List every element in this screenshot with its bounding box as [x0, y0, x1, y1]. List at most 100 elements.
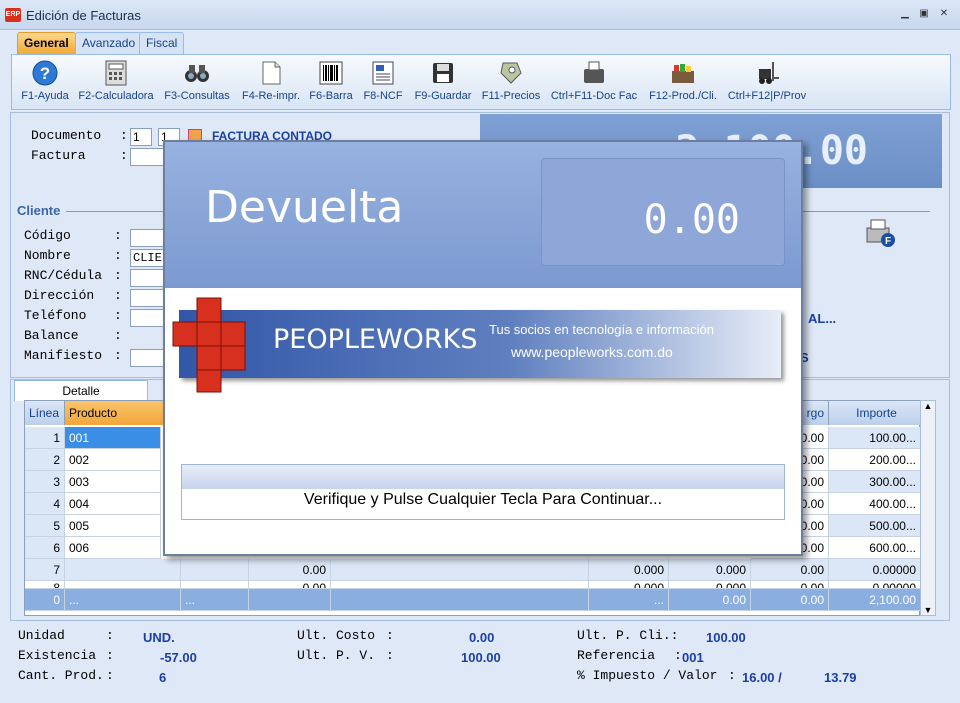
line-number-cell[interactable]: 7	[25, 559, 65, 581]
ref-value: 001	[682, 650, 704, 665]
ncf-icon	[372, 61, 394, 85]
tab-general[interactable]: General	[17, 32, 76, 54]
existencia-value: -57.00	[160, 650, 197, 665]
producto-cell[interactable]: 001	[65, 427, 161, 449]
peopleworks-banner: PEOPLEWORKS Tus socios en tecnología e i…	[172, 297, 781, 393]
manifiesto-label: Manifiesto	[24, 348, 103, 363]
prov-label: Ctrl+F12|P/Prov	[727, 90, 807, 102]
title-bar: ERP Edición de Facturas ▁ ▣ ✕	[0, 0, 960, 30]
doc-fac-icon	[584, 61, 604, 83]
tab-fiscal[interactable]: Fiscal	[139, 32, 185, 54]
cell-value[interactable]: 0.00	[751, 559, 829, 581]
cell-blank[interactable]	[331, 559, 589, 581]
save-button[interactable]: F9-Guardar	[410, 59, 476, 102]
reprint-label: F4-Re-impr.	[241, 90, 301, 102]
producto-cell[interactable]: 005	[65, 515, 161, 537]
consultas-label: F3-Consultas	[164, 90, 230, 102]
prod-cli-button[interactable]: F12-Prod./Cli.	[645, 59, 721, 102]
line-number-cell[interactable]: 2	[25, 449, 65, 471]
costo-label: Ult. Costo	[297, 628, 376, 643]
cell-value[interactable]	[331, 581, 589, 589]
cell-value[interactable]: 0.00	[751, 581, 829, 589]
importe-cell[interactable]: 500.00...	[829, 515, 921, 537]
importe-cell[interactable]: 300.00...	[829, 471, 921, 493]
cell-value[interactable]: 0.000	[589, 559, 669, 581]
minimize-icon[interactable]: ▁	[898, 8, 912, 20]
cell-value[interactable]	[65, 581, 181, 589]
totals-cell[interactable]: 2,100.00	[829, 589, 921, 611]
tab-detalle[interactable]: Detalle	[14, 380, 148, 401]
totals-cell[interactable]: ...	[589, 589, 669, 611]
cell-value[interactable]: 0.00000	[829, 581, 921, 589]
documento-field-1[interactable]: 1	[130, 128, 152, 146]
cell-blank[interactable]	[181, 559, 249, 581]
ncf-button[interactable]: F8-NCF	[361, 59, 405, 102]
producto-cell[interactable]: 002	[65, 449, 161, 471]
existencia-label: Existencia	[18, 648, 97, 663]
line-number-cell[interactable]: 1	[25, 427, 65, 449]
window-title: Edición de Facturas	[26, 8, 141, 23]
tab-avanzado[interactable]: Avanzado	[75, 32, 143, 54]
barcode-icon	[319, 61, 343, 85]
line-number-cell[interactable]: 5	[25, 515, 65, 537]
prices-label: F11-Precios	[481, 90, 541, 102]
totals-cell[interactable]: 0.00	[751, 589, 829, 611]
pcli-value: 100.00	[706, 630, 746, 645]
cell-value[interactable]: 0.00	[249, 559, 331, 581]
cell-value[interactable]: 8	[25, 581, 65, 589]
cell-value[interactable]: 0.000	[669, 581, 751, 589]
pcli-label: Ult. P. Cli.:	[577, 628, 679, 643]
cell-value[interactable]: 0.000	[669, 559, 751, 581]
printer-icon[interactable]: F	[864, 218, 898, 250]
grid-scrollbar[interactable]: ▲ ▼	[920, 400, 936, 616]
devuelta-dialog: Devuelta 0.00 PEOPLEWORKS Tus socios en …	[163, 140, 803, 556]
calculator-button[interactable]: F2-Calculadora	[75, 59, 157, 102]
forklift-icon	[759, 62, 779, 84]
scroll-up-icon[interactable]: ▲	[921, 401, 935, 411]
scroll-down-icon[interactable]: ▼	[921, 605, 935, 615]
prov-button[interactable]: Ctrl+F12|P/Prov	[724, 59, 810, 102]
prices-button[interactable]: F11-Precios	[479, 59, 543, 102]
nombre-label: Nombre	[24, 248, 71, 263]
producto-cell[interactable]: 003	[65, 471, 161, 493]
importe-cell[interactable]: 200.00...	[829, 449, 921, 471]
importe-cell[interactable]: 100.00...	[829, 427, 921, 449]
reprint-button[interactable]: F4-Re-impr.	[239, 59, 303, 102]
totals-cell[interactable]: ...	[181, 589, 249, 611]
cell-value[interactable]	[181, 581, 249, 589]
cell-value[interactable]: 0.00	[249, 581, 331, 589]
col-linea[interactable]: Línea	[25, 401, 65, 425]
barcode-button[interactable]: F6-Barra	[307, 59, 355, 102]
calculator-icon	[105, 60, 127, 86]
totals-cell[interactable]	[249, 589, 331, 611]
producto-cell[interactable]	[65, 559, 181, 581]
totals-cell[interactable]: 0	[25, 589, 65, 611]
producto-cell[interactable]: 006	[65, 537, 161, 559]
products-icon	[672, 64, 694, 83]
rnc-label: RNC/Cédula	[24, 268, 103, 283]
side-text-1: AL...	[808, 311, 837, 326]
pv-label: Ult. P. V.	[297, 648, 376, 663]
devuelta-value: 0.00	[643, 197, 740, 243]
col-importe[interactable]: Importe	[829, 401, 921, 425]
totals-cell[interactable]	[331, 589, 589, 611]
cell-value[interactable]: 0.00000	[829, 559, 921, 581]
line-number-cell[interactable]: 4	[25, 493, 65, 515]
app-icon: ERP	[5, 8, 21, 22]
importe-cell[interactable]: 600.00...	[829, 537, 921, 559]
binoculars-icon	[185, 65, 209, 82]
totals-cell[interactable]: ...	[65, 589, 181, 611]
continue-message: Verifique y Pulse Cualquier Tecla Para C…	[303, 491, 663, 508]
doc-fac-button[interactable]: Ctrl+F11-Doc Fac	[548, 59, 640, 102]
producto-cell[interactable]: 004	[65, 493, 161, 515]
line-number-cell[interactable]: 3	[25, 471, 65, 493]
restore-icon[interactable]: ▣	[917, 8, 931, 20]
help-button[interactable]: ? F1-Ayuda	[17, 59, 73, 102]
line-number-cell[interactable]: 6	[25, 537, 65, 559]
consultas-button[interactable]: F3-Consultas	[161, 59, 233, 102]
totals-cell[interactable]: 0.00	[669, 589, 751, 611]
cell-value[interactable]: 0.000	[589, 581, 669, 589]
importe-cell[interactable]: 400.00...	[829, 493, 921, 515]
message-bar: Verifique y Pulse Cualquier Tecla Para C…	[181, 464, 785, 520]
close-icon[interactable]: ✕	[937, 8, 951, 20]
